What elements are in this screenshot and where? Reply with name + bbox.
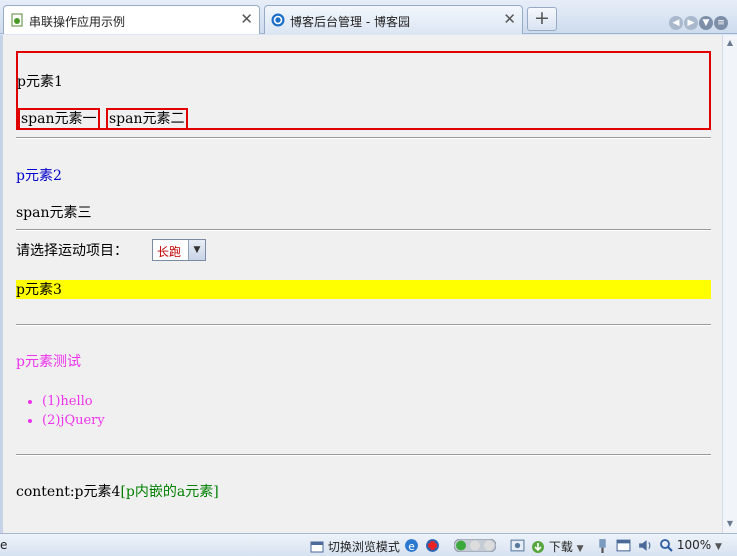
zoom-icon bbox=[660, 539, 673, 552]
speaker-icon[interactable] bbox=[637, 538, 652, 553]
status-bar: e 切换浏览模式 e 下载 ▼ 100% ▼ bbox=[0, 533, 737, 556]
tab-active[interactable]: 串联操作应用示例 ✕ bbox=[3, 5, 260, 34]
new-tab-button[interactable]: + bbox=[527, 7, 557, 31]
screenshot-icon[interactable] bbox=[510, 538, 525, 553]
yellow-highlight bbox=[16, 280, 711, 299]
p-test: p元素测试 bbox=[16, 354, 81, 370]
tab-bar: 串联操作应用示例 ✕ 博客后台管理 - 博客园 ✕ + ◀ ▶ ▼ ≡ bbox=[0, 0, 737, 34]
cnblogs-icon bbox=[271, 13, 285, 27]
scroll-down-icon[interactable]: ▼ bbox=[724, 517, 736, 530]
sport-select[interactable]: 长跑 ▼ bbox=[152, 239, 206, 261]
switch-mode-label: 切换浏览模式 bbox=[327, 540, 400, 554]
ie-icon[interactable]: e bbox=[404, 538, 419, 553]
download-icon bbox=[532, 541, 544, 553]
list-item: (1)hello bbox=[42, 392, 105, 411]
tab-inactive[interactable]: 博客后台管理 - 博客园 ✕ bbox=[264, 5, 523, 34]
svg-text:e: e bbox=[408, 540, 415, 553]
toggle-icon bbox=[453, 538, 497, 553]
span-element-1: span元素一 bbox=[18, 108, 100, 130]
p-element-2: p元素2 bbox=[16, 168, 62, 184]
security-icon[interactable] bbox=[425, 538, 440, 553]
content-prefix: content:p元素4 bbox=[16, 484, 121, 500]
download-button[interactable]: 下载 ▼ bbox=[531, 538, 584, 555]
vertical-scrollbar[interactable]: ▲ ▼ bbox=[722, 35, 737, 533]
chevron-down-icon[interactable]: ▼ bbox=[715, 542, 722, 552]
page-content: p元素1 span元素一 span元素二 p元素2 span元素三 请选择运动项… bbox=[0, 35, 722, 533]
switch-mode-button[interactable]: 切换浏览模式 bbox=[310, 538, 400, 555]
close-icon[interactable]: ✕ bbox=[240, 10, 253, 28]
menu-icon[interactable]: ≡ bbox=[714, 16, 728, 30]
divider bbox=[16, 137, 711, 139]
span-element-3: span元素三 bbox=[16, 205, 92, 221]
window-icon[interactable] bbox=[616, 538, 631, 553]
p-element-3: p元素3 bbox=[16, 282, 62, 298]
select-value: 长跑 bbox=[157, 245, 182, 259]
window-icon bbox=[310, 541, 324, 553]
page-icon bbox=[11, 13, 23, 27]
scroll-up-icon[interactable]: ▲ bbox=[724, 36, 736, 49]
toggle-switch[interactable] bbox=[453, 538, 497, 555]
span-element-2: span元素二 bbox=[106, 108, 188, 130]
select-label: 请选择运动项目： bbox=[16, 243, 128, 259]
tab-label: 串联操作应用示例 bbox=[29, 15, 126, 29]
nested-link[interactable]: [p内嵌的a元素] bbox=[120, 484, 218, 500]
p-element-1: p元素1 bbox=[17, 74, 63, 90]
scroll-right-icon[interactable]: ▶ bbox=[684, 16, 698, 30]
chevron-down-icon[interactable]: ▼ bbox=[577, 544, 584, 554]
scroll-left-icon[interactable]: ◀ bbox=[669, 16, 683, 30]
item-list: (1)hello (2)jQuery bbox=[16, 392, 105, 430]
download-label: 下载 bbox=[548, 540, 573, 554]
chevron-down-icon[interactable]: ▼ bbox=[188, 240, 205, 260]
list-item: (2)jQuery bbox=[42, 411, 105, 430]
status-text: e bbox=[0, 538, 8, 552]
tab-nav-controls: ◀ ▶ ▼ ≡ bbox=[668, 10, 728, 30]
zoom-level: 100% bbox=[676, 538, 712, 552]
content-line: content:p元素4[p内嵌的a元素] bbox=[16, 484, 219, 500]
zoom-control[interactable]: 100% ▼ bbox=[659, 538, 722, 552]
pin-icon[interactable] bbox=[596, 538, 609, 553]
close-icon[interactable]: ✕ bbox=[503, 10, 516, 28]
tab-list-icon[interactable]: ▼ bbox=[699, 16, 713, 30]
divider bbox=[16, 229, 711, 231]
tab-label: 博客后台管理 - 博客园 bbox=[290, 15, 410, 29]
divider bbox=[16, 454, 711, 456]
divider bbox=[16, 324, 711, 326]
